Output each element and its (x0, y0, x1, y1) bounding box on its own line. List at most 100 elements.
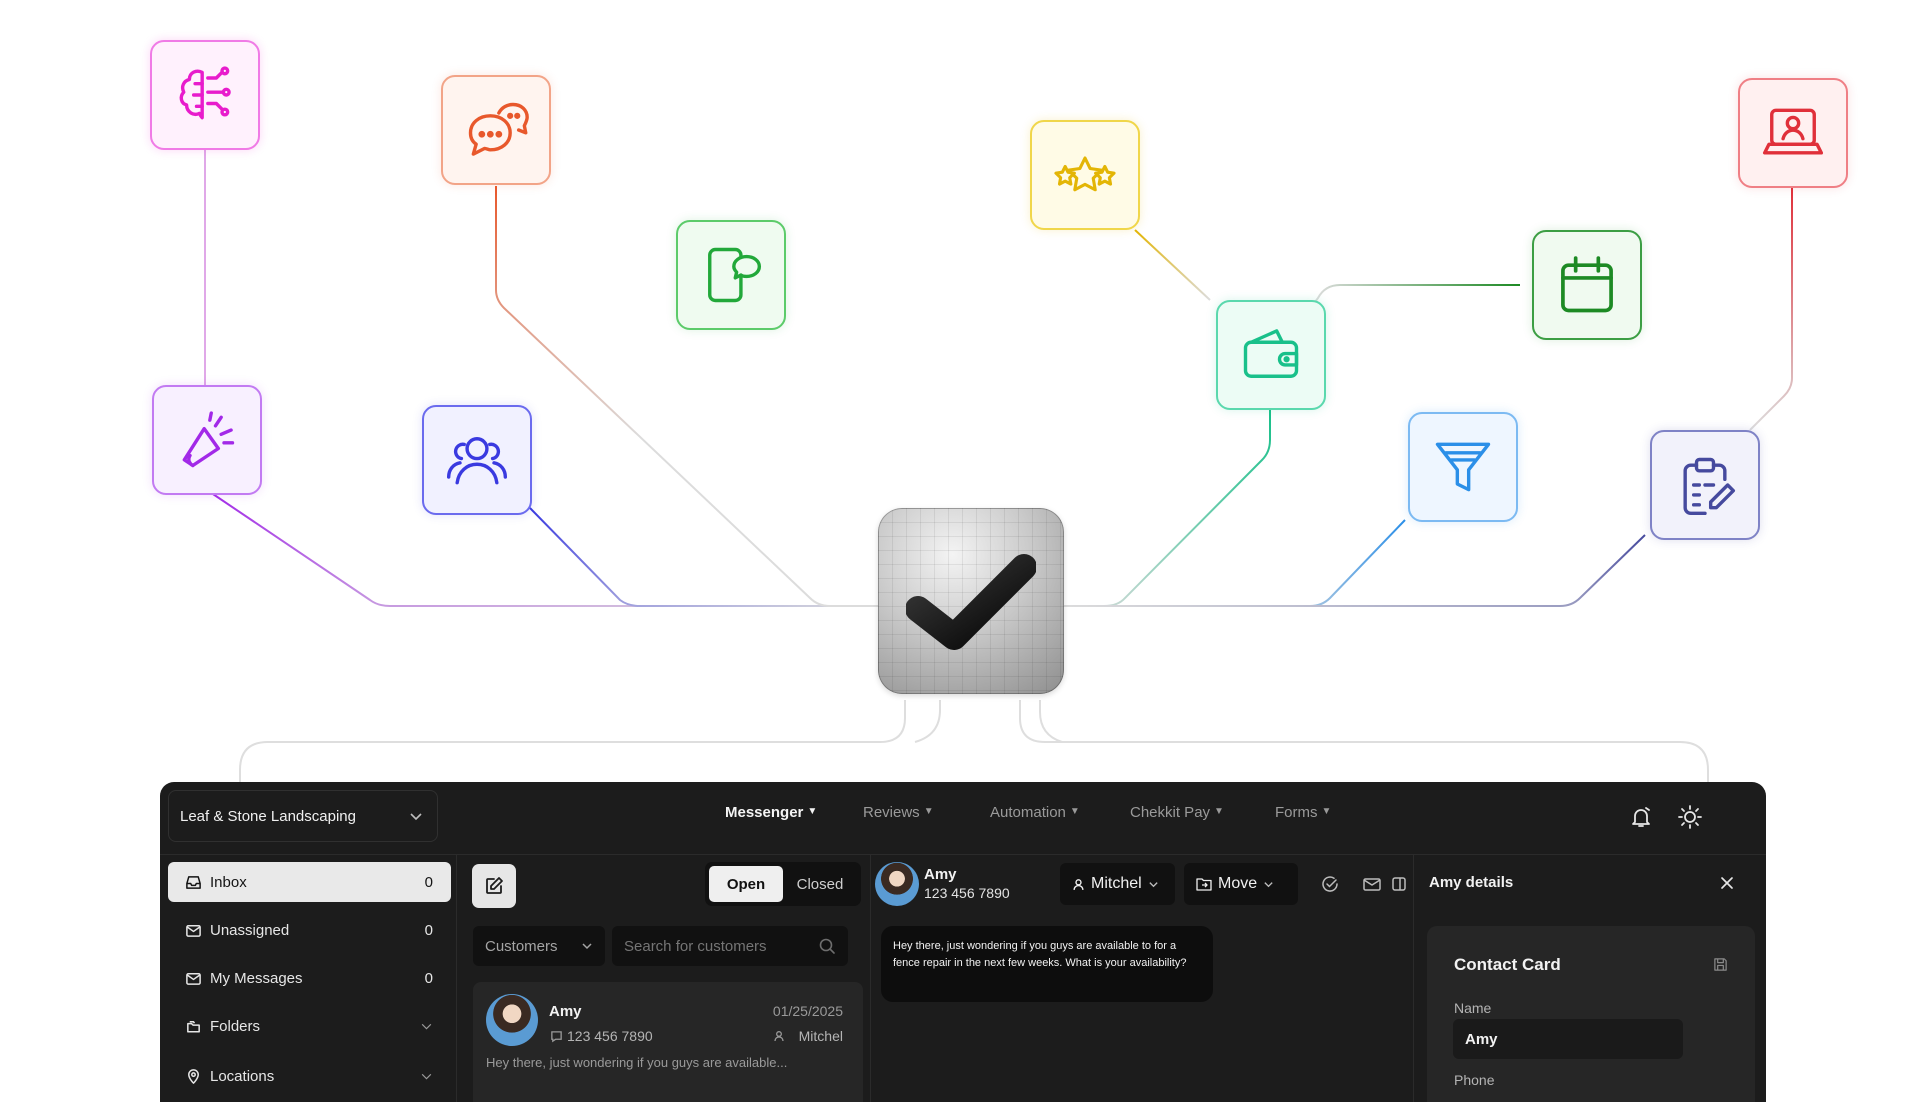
move-dropdown[interactable]: Move (1184, 863, 1298, 905)
contact-details-panel: Amy details Contact Card Name Amy Phone (1414, 854, 1766, 1102)
sidebar-item-label: Locations (210, 1067, 275, 1085)
feature-tile-pay (1216, 300, 1326, 410)
assignee-label: Mitchel (1091, 875, 1142, 892)
sidebar-item-locations[interactable]: Locations (168, 1056, 451, 1096)
feature-tile-phone-chat (676, 220, 786, 330)
nav-messenger-label: Messenger (725, 804, 804, 821)
sidebar: Inbox 0 Unassigned 0 My Messages 0 Folde… (160, 854, 457, 1102)
customer-filter-dropdown[interactable]: Customers (473, 926, 605, 966)
feature-tile-profile (1738, 78, 1848, 188)
feature-tile-campaigns (152, 385, 262, 495)
sidebar-item-label: My Messages (210, 969, 303, 987)
app-window: Leaf & Stone Landscaping Messenger ▼ Revi… (160, 782, 1766, 1102)
name-field-value: Amy (1465, 1030, 1498, 1048)
feature-tile-calendar (1532, 230, 1642, 340)
feature-tile-team (422, 405, 532, 515)
name-field[interactable]: Amy (1453, 1019, 1683, 1059)
chevron-down-icon: ▼ (1069, 806, 1080, 817)
feature-tile-brain (150, 40, 260, 150)
sidebar-item-label: Unassigned (210, 921, 290, 939)
nav-chekkit-pay[interactable]: Chekkit Pay ▼ (1130, 804, 1224, 821)
conversation-name: Amy (549, 1003, 582, 1020)
mark-unread-icon[interactable] (1362, 874, 1382, 894)
tab-open[interactable]: Open (709, 866, 783, 902)
nav-reviews[interactable]: Reviews ▼ (863, 804, 934, 821)
compose-icon (486, 877, 503, 894)
toggle-details-panel-icon[interactable] (1389, 874, 1409, 894)
sidebar-item-count: 0 (424, 873, 433, 891)
chevron-down-icon: ▼ (807, 806, 818, 817)
avatar (486, 994, 538, 1046)
close-icon[interactable] (1720, 876, 1734, 890)
check-circle-icon[interactable] (1320, 874, 1340, 894)
app-logo (878, 508, 1064, 694)
chevron-down-icon (410, 813, 422, 821)
brain-icon (179, 66, 231, 120)
contact-card-title: Contact Card (1454, 955, 1561, 974)
save-icon[interactable] (1713, 957, 1728, 972)
sidebar-item-my-messages[interactable]: My Messages 0 (168, 958, 451, 998)
sidebar-item-count: 0 (424, 921, 433, 939)
clipboard-edit-icon (1683, 457, 1736, 516)
conversation-assignee: Mitchel (798, 1028, 843, 1044)
sidebar-item-folders[interactable]: Folders (168, 1006, 451, 1046)
nav-forms-label: Forms (1275, 804, 1318, 821)
sidebar-item-inbox[interactable]: Inbox 0 (168, 862, 451, 902)
folder-move-icon (1196, 878, 1212, 891)
conversation-phone: 123 456 7890 (567, 1028, 653, 1044)
workspace-selector[interactable]: Leaf & Stone Landscaping (168, 790, 438, 842)
filter-label: Customers (485, 937, 558, 955)
unassigned-icon (186, 924, 201, 937)
user-icon (1073, 878, 1084, 890)
chevron-down-icon (1149, 881, 1158, 887)
tab-closed[interactable]: Closed (783, 866, 857, 902)
customer-search (612, 926, 848, 966)
phone-chat-icon (708, 247, 762, 303)
bell-icon[interactable] (1628, 804, 1654, 830)
sidebar-item-count: 0 (424, 969, 433, 987)
megaphone-icon (182, 411, 235, 468)
conversation-date: 01/25/2025 (772, 1003, 843, 1019)
nav-forms[interactable]: Forms ▼ (1275, 804, 1331, 821)
theme-toggle-sun-icon[interactable] (1677, 804, 1703, 830)
sidebar-item-unassigned[interactable]: Unassigned 0 (168, 910, 451, 950)
conversation-item[interactable]: Amy 01/25/2025 123 456 7890 Mitchel Hey … (473, 982, 863, 1102)
inbox-icon (186, 875, 201, 889)
compose-button[interactable] (472, 864, 516, 908)
user-icon (774, 1031, 784, 1042)
profile-laptop-icon (1762, 108, 1824, 155)
message-bubble: Hey there, just wondering if you guys ar… (881, 926, 1213, 1002)
chevron-down-icon (421, 1023, 432, 1029)
contact-avatar (875, 862, 919, 906)
folders-icon (187, 1020, 200, 1032)
feature-tile-reviews (1030, 120, 1140, 230)
feature-tile-funnel (1408, 412, 1518, 522)
conversation-preview: Hey there, just wondering if you guys ar… (486, 1055, 788, 1070)
details-title: Amy details (1429, 874, 1514, 891)
conversation-list-panel: Open Closed Customers Amy 01/25/2025 123… (457, 854, 871, 1102)
phone-field-label: Phone (1454, 1072, 1495, 1088)
team-icon (446, 437, 508, 485)
nav-messenger[interactable]: Messenger ▼ (725, 804, 817, 821)
search-input[interactable] (624, 937, 804, 955)
assignee-dropdown[interactable]: Mitchel (1060, 863, 1175, 905)
chevron-down-icon: ▼ (1214, 806, 1224, 817)
chevron-down-icon (582, 943, 592, 950)
name-field-label: Name (1454, 1000, 1492, 1016)
nav-automation[interactable]: Automation ▼ (990, 804, 1080, 821)
search-icon[interactable] (818, 937, 836, 955)
feature-tile-forms (1650, 430, 1760, 540)
chevron-down-icon (1264, 881, 1273, 887)
message-thread-panel: Amy 123 456 7890 Mitchel Move Hey there,… (871, 854, 1414, 1102)
chevron-down-icon: ▼ (1321, 806, 1332, 817)
move-label: Move (1218, 875, 1258, 892)
contact-name: Amy (924, 866, 957, 883)
sidebar-item-label: Folders (210, 1017, 261, 1035)
nav-automation-label: Automation (990, 804, 1066, 821)
chat-bubbles-icon (468, 102, 529, 156)
workspace-name: Leaf & Stone Landscaping (180, 807, 356, 825)
location-pin-icon (188, 1068, 199, 1084)
chat-icon (551, 1031, 562, 1043)
feature-tile-chat (441, 75, 551, 185)
nav-chekkit-pay-label: Chekkit Pay (1130, 804, 1211, 821)
